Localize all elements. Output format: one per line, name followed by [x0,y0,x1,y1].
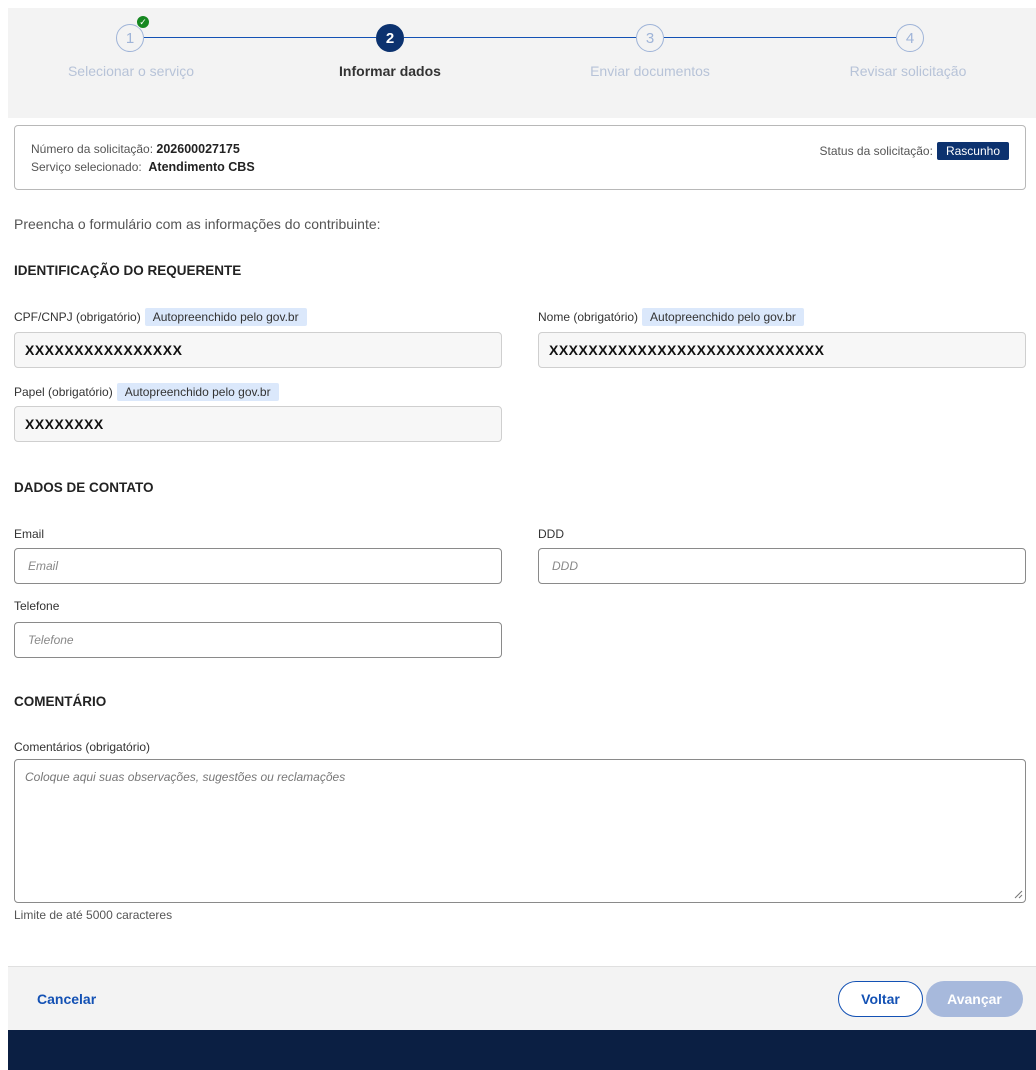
autofill-badge: Autopreenchido pelo gov.br [642,308,804,326]
service-label: Serviço selecionado: [31,160,142,174]
request-info-card: Número da solicitação: 202600027175 Serv… [14,125,1026,190]
comentario-textarea[interactable] [14,759,1026,903]
request-number-value: 202600027175 [156,142,240,156]
telefone-field[interactable] [14,622,502,658]
nome-label: Nome (obrigatório) Autopreenchido pelo g… [538,308,804,326]
comentario-label: Comentários (obrigatório) [14,740,151,754]
email-field[interactable] [14,548,502,584]
status-row: Status da solicitação: Rascunho [820,142,1009,160]
step-connector [144,37,376,38]
section-title-comentario: COMENTÁRIO [14,694,107,709]
telefone-label: Telefone [14,599,60,613]
step-connector [664,37,896,38]
section-title-identificacao: IDENTIFICAÇÃO DO REQUERENTE [14,263,242,278]
cpf-field: XXXXXXXXXXXXXXXX [14,332,502,368]
request-number-label: Número da solicitação: [31,142,154,156]
nome-label-text: Nome (obrigatório) [538,310,639,324]
step-4-label: Revisar solicitação [849,63,967,79]
step-2-circle: 2 [376,24,404,52]
autofill-badge: Autopreenchido pelo gov.br [144,308,307,326]
service-value: Atendimento CBS [148,160,255,174]
step-3-circle: 3 [636,24,664,52]
papel-label: Papel (obrigatório) Autopreenchido pelo … [14,383,279,401]
cpf-label-text: CPF/CNPJ (obrigatório) [14,310,141,324]
step-connector [404,37,636,38]
status-badge: Rascunho [936,142,1009,160]
service-row: Serviço selecionado: Atendimento CBS [31,160,255,174]
step-2-label: Informar dados [339,63,441,79]
status-label: Status da solicitação: [819,144,933,158]
page-footer-band [8,1030,1036,1070]
request-number-row: Número da solicitação: 202600027175 [31,142,240,156]
autofill-badge: Autopreenchido pelo gov.br [116,383,279,401]
stepper: 1 ✓ Selecionar o serviço 2 Informar dado… [8,8,1036,118]
email-label: Email [14,527,45,541]
section-title-contato: DADOS DE CONTATO [14,480,154,495]
cpf-label: CPF/CNPJ (obrigatório) Autopreenchido pe… [14,308,307,326]
step-1-label[interactable]: Selecionar o serviço [68,63,194,79]
resize-handle-icon[interactable] [1013,889,1023,899]
nome-field: XXXXXXXXXXXXXXXXXXXXXXXXXXXX [538,332,1026,368]
papel-label-text: Papel (obrigatório) [14,385,113,399]
next-button[interactable]: Avançar [926,981,1023,1017]
form-footer: Cancelar Voltar Avançar [8,966,1036,1030]
ddd-label: DDD [538,527,564,541]
step-4-circle: 4 [896,24,924,52]
character-limit-note: Limite de até 5000 caracteres [14,908,173,922]
cancel-link[interactable]: Cancelar [37,991,96,1007]
check-icon: ✓ [136,15,150,29]
back-button[interactable]: Voltar [838,981,923,1017]
papel-field: XXXXXXXX [14,406,502,442]
ddd-field[interactable] [538,548,1026,584]
step-3-label: Enviar documentos [590,63,710,79]
form-intro: Preencha o formulário com as informações… [14,216,381,232]
